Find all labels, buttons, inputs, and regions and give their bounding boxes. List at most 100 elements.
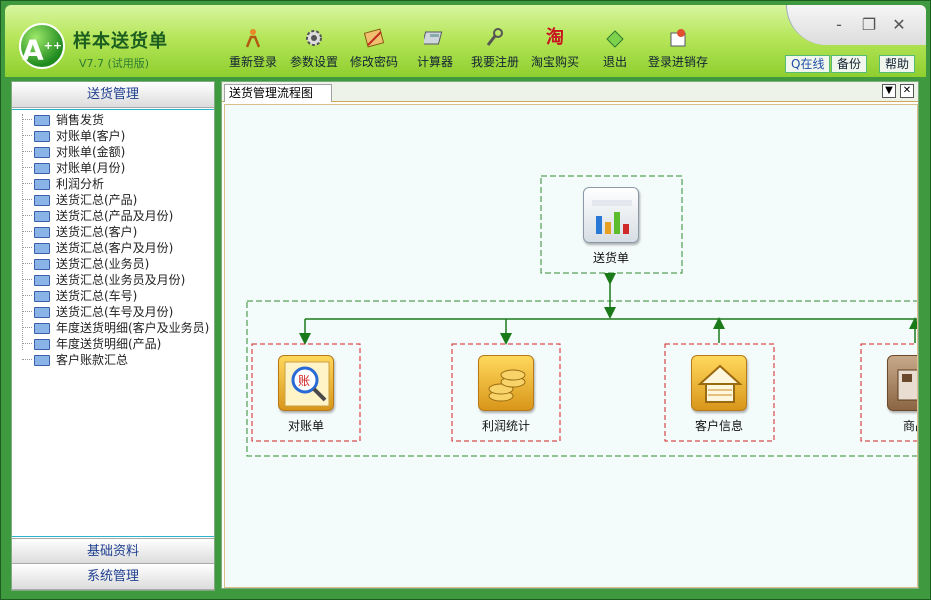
tree-item[interactable]: 客户账款汇总: [12, 352, 214, 368]
tree-item[interactable]: 送货汇总(车号): [12, 288, 214, 304]
taobao-icon: 淘: [546, 27, 564, 48]
tree-item[interactable]: 对账单(客户): [12, 128, 214, 144]
tree-item[interactable]: 送货汇总(产品及月份): [12, 208, 214, 224]
tree-item-label: 年度送货明细(产品): [56, 337, 162, 351]
tree-item-label: 客户账款汇总: [56, 353, 129, 367]
toolbar-label: 我要注册: [470, 55, 519, 69]
flow-node-customer-info[interactable]: 客户信息: [679, 355, 759, 434]
tree-item-label: 送货汇总(产品及月份): [56, 209, 174, 223]
tree-item[interactable]: 送货汇总(客户及月份): [12, 240, 214, 256]
help-button[interactable]: 帮助: [879, 55, 916, 73]
close-button[interactable]: ✕: [887, 15, 911, 35]
folder-icon: [34, 115, 50, 126]
folder-icon: [34, 243, 50, 254]
inventory-login-icon: [666, 27, 690, 49]
tree-item[interactable]: 送货汇总(产品): [12, 192, 214, 208]
relogin-icon: [241, 27, 265, 49]
folder-icon: [34, 211, 50, 222]
tree-item-label: 送货汇总(车号及月份): [56, 305, 174, 319]
app-name: 样本送货单: [73, 31, 168, 52]
bottom-group-box: [246, 300, 917, 457]
delivery-note-chart-icon: [583, 187, 639, 243]
tree-item-label: 对账单(月份): [56, 161, 126, 175]
restore-button[interactable]: ❐: [857, 15, 881, 35]
tree-connector: [22, 295, 32, 296]
tree-item[interactable]: 送货汇总(业务员): [12, 256, 214, 272]
folder-icon: [34, 131, 50, 142]
tree-connector: [22, 247, 32, 248]
delivery-tree: 销售发货 对账单(客户) 对账单(金额) 对账单(月份) 利润分析送货汇总(产品) 送货汇…: [12, 109, 214, 537]
tree-item[interactable]: 年度送货明细(客户及业务员): [12, 320, 214, 336]
folder-icon: [34, 275, 50, 286]
tree-item-label: 利润分析: [56, 177, 105, 191]
toolbar-settings[interactable]: 参数设置: [287, 27, 341, 75]
tree-item-label: 销售发货: [56, 113, 105, 127]
toolbar-calculator[interactable]: 计算器: [413, 27, 457, 75]
tree-connector: [22, 279, 32, 280]
toolbar-change-password[interactable]: 修改密码: [347, 27, 401, 75]
tree-item[interactable]: 年度送货明细(产品): [12, 336, 214, 352]
toolbar-relogin[interactable]: 重新登录: [227, 27, 279, 75]
window-controls: - ❐ ✕: [786, 5, 926, 45]
folder-icon: [34, 179, 50, 190]
titlebar-toolbar: - ❐ ✕ A++ 样本送货单 V7.7 (试用版) 重新登录 参数设置 修改密…: [5, 5, 926, 77]
tree-item[interactable]: 送货汇总(业务员及月份): [12, 272, 214, 288]
flow-node-goods[interactable]: 商品: [875, 355, 917, 434]
folder-icon: [34, 323, 50, 334]
content-panel: 送货管理流程图 ▼ ✕ 送货单 账 对账单 利润统计 客户信息 商: [221, 81, 919, 589]
node-label: 客户信息: [694, 419, 743, 433]
flowchart-canvas: 送货单 账 对账单 利润统计 客户信息 商: [224, 104, 918, 588]
coins-stack-icon: [478, 355, 534, 411]
register-icon: [483, 27, 507, 49]
tree-item-label: 送货汇总(车号): [56, 289, 138, 303]
tree-item[interactable]: 销售发货: [12, 112, 214, 128]
tree-connector: [22, 167, 32, 168]
tab-close-icon[interactable]: ✕: [900, 84, 914, 98]
toolbar-taobao[interactable]: 淘 淘宝购买: [529, 27, 581, 75]
toolbar-exit[interactable]: 退出: [599, 27, 631, 75]
tree-item[interactable]: 送货汇总(车号及月份): [12, 304, 214, 320]
toolbar-label: 退出: [602, 55, 627, 69]
toolbar-label: 参数设置: [289, 55, 338, 69]
tree-item[interactable]: 对账单(月份): [12, 160, 214, 176]
node-label: 对账单: [287, 419, 324, 433]
folder-icon: [34, 259, 50, 270]
toolbar-label: 淘宝购买: [530, 55, 579, 69]
section-delivery-management[interactable]: 送货管理: [12, 82, 214, 108]
house-icon: [691, 355, 747, 411]
tree-item[interactable]: 利润分析: [12, 176, 214, 192]
tree-item[interactable]: 送货汇总(客户): [12, 224, 214, 240]
tree-item-label: 年度送货明细(客户及业务员): [56, 321, 210, 335]
minimize-button[interactable]: -: [827, 15, 851, 35]
flow-node-profit-stats[interactable]: 利润统计: [466, 355, 546, 434]
app-logo: A++: [19, 23, 65, 69]
tab-dropdown-icon[interactable]: ▼: [882, 84, 896, 98]
tab-delivery-flowchart[interactable]: 送货管理流程图: [224, 84, 333, 102]
tree-connector: [22, 135, 32, 136]
section-system-management[interactable]: 系统管理: [12, 564, 214, 590]
toolbar-label: 重新登录: [228, 55, 277, 69]
calculator-icon: [421, 27, 447, 49]
flow-node-delivery-note[interactable]: 送货单: [571, 187, 651, 266]
folder-icon: [34, 147, 50, 158]
tree-connector: [22, 327, 32, 328]
tree-item-label: 送货汇总(客户): [56, 225, 138, 239]
toolbar-register[interactable]: 我要注册: [469, 27, 521, 75]
goods-icon: [887, 355, 917, 411]
password-icon: [362, 27, 386, 49]
tree-item-label: 送货汇总(业务员及月份): [56, 273, 186, 287]
tree-item[interactable]: 对账单(金额): [12, 144, 214, 160]
folder-icon: [34, 163, 50, 174]
toolbar-label: 修改密码: [349, 55, 398, 69]
qq-online-button[interactable]: Q在线: [785, 55, 831, 73]
toolbar-inventory-login[interactable]: 登录进销存: [645, 27, 711, 75]
flow-node-statement[interactable]: 账 对账单: [266, 355, 346, 434]
flowchart-lines: [246, 175, 917, 457]
tree-connector: [22, 183, 32, 184]
tree-item-label: 送货汇总(产品): [56, 193, 138, 207]
folder-icon: [34, 355, 50, 366]
left-nav-panel: 送货管理 销售发货 对账单(客户) 对账单(金额) 对账单(月份) 利润分析送货汇总(产…: [11, 81, 215, 591]
backup-button[interactable]: 备份: [831, 55, 868, 73]
section-basic-data[interactable]: 基础资料: [12, 538, 214, 564]
tree-item-label: 对账单(金额): [56, 145, 126, 159]
